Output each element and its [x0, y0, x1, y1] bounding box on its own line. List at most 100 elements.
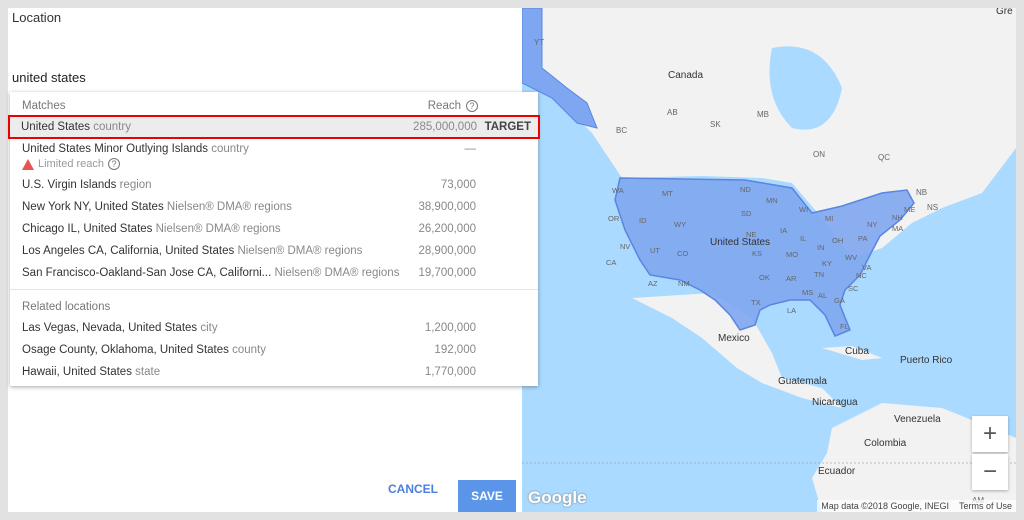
location-reach: 1,770,000	[424, 366, 476, 378]
map-label-yt: YT	[534, 38, 545, 47]
save-button[interactable]: SAVE	[458, 480, 516, 512]
location-row[interactable]: New York NY, United States Nielsen® DMA®…	[10, 196, 538, 218]
map-label-qc: QC	[878, 153, 890, 162]
state-label: MN	[766, 196, 778, 205]
terms-link[interactable]: Terms of Use	[959, 501, 1012, 511]
map-label-nicaragua: Nicaragua	[812, 397, 858, 408]
limited-reach-warning: Limited reach?	[22, 158, 121, 170]
state-label: IL	[800, 234, 807, 243]
state-label: ID	[639, 216, 647, 225]
location-name-text: U.S. Virgin Islands	[22, 179, 117, 191]
state-label: ME	[904, 205, 916, 214]
location-row[interactable]: Las Vegas, Nevada, United States city 1,2…	[10, 317, 538, 339]
zoom-in-button[interactable]: +	[972, 416, 1008, 452]
state-label: MO	[786, 250, 799, 259]
map-label-guatemala: Guatemala	[778, 376, 827, 387]
state-label: AR	[786, 274, 797, 283]
location-row[interactable]: San Francisco-Oakland-San Jose CA, Calif…	[10, 262, 538, 284]
map-canvas	[522, 8, 1016, 512]
location-row[interactable]: Osage County, Oklahoma, United States co…	[10, 339, 538, 361]
state-label: SC	[848, 284, 859, 293]
state-label: GA	[834, 296, 845, 305]
target-button[interactable]: TARGET	[485, 116, 531, 138]
state-label: WI	[799, 205, 809, 214]
location-type: country	[211, 143, 249, 155]
map-label-on: ON	[813, 150, 825, 159]
state-label: OH	[832, 236, 844, 245]
state-label: ND	[740, 185, 751, 194]
related-header: Related locations	[22, 301, 111, 313]
help-icon[interactable]: ?	[108, 158, 121, 170]
state-label: TX	[751, 298, 761, 307]
state-label: AZ	[648, 279, 658, 288]
location-name-text: United States	[21, 121, 91, 133]
state-label: CO	[677, 249, 689, 258]
location-type: city	[200, 322, 218, 334]
state-label: IN	[817, 243, 825, 252]
location-name: U.S. Virgin Islands region	[22, 174, 152, 196]
warning-text: Limited reach	[38, 158, 105, 170]
location-type: Nielsen® DMA® regions	[274, 267, 400, 279]
map-label-canada: Canada	[668, 70, 704, 81]
state-label: WV	[845, 253, 858, 262]
cancel-button[interactable]: CANCEL	[388, 482, 438, 496]
location-name-text: Chicago IL, United States	[22, 223, 153, 235]
location-name: Osage County, Oklahoma, United States co…	[22, 339, 266, 361]
location-row[interactable]: Hawaii, United States state 1,770,000	[10, 361, 538, 383]
zoom-out-button[interactable]: −	[972, 454, 1008, 490]
map-label-ecuador: Ecuador	[818, 466, 856, 477]
location-row[interactable]: U.S. Virgin Islands region 73,000	[10, 174, 538, 196]
map[interactable]: YT Canada AB BC SK MB ON QC NB NS United States Mex…	[522, 8, 1016, 512]
location-reach: 1,200,000	[424, 322, 476, 334]
warning-icon	[22, 158, 34, 170]
help-icon[interactable]: ?	[466, 100, 478, 112]
united-states-highlight	[614, 177, 915, 337]
state-label: NM	[678, 279, 690, 288]
location-name-text: Los Angeles CA, California, United State…	[22, 245, 235, 257]
google-logo: Google	[528, 488, 587, 507]
location-reach: 285,000,000	[413, 121, 477, 133]
location-reach: 28,900,000	[418, 245, 476, 257]
map-label-us: United States	[710, 237, 771, 248]
state-label: WY	[674, 220, 687, 229]
state-label: KS	[752, 249, 763, 258]
state-label: MT	[662, 189, 673, 198]
location-type: state	[135, 366, 161, 378]
location-reach: 26,200,000	[418, 223, 476, 235]
map-attribution: Map data ©2018 Google, INEGI Terms of Use	[817, 500, 1016, 512]
map-label-gre: Gre	[996, 8, 1013, 17]
location-suggestions: Matches Reach? United States country 285,…	[8, 92, 540, 386]
location-type: county	[232, 344, 266, 356]
map-label-ab: AB	[667, 108, 678, 117]
location-row[interactable]: Chicago IL, United States Nielsen® DMA® …	[10, 218, 538, 240]
selected-location-row[interactable]: United States country 285,000,000 TARGET	[8, 115, 540, 139]
location-name-text: New York NY, United States	[22, 201, 164, 213]
map-label-bc: BC	[616, 126, 628, 135]
location-row[interactable]: Los Angeles CA, California, United State…	[10, 240, 538, 262]
map-label-cuba: Cuba	[845, 346, 869, 357]
attribution-text: Map data ©2018 Google, INEGI	[821, 501, 949, 511]
map-label-venezuela: Venezuela	[894, 414, 941, 425]
divider	[10, 289, 538, 290]
location-type: Nielsen® DMA® regions	[166, 201, 292, 213]
map-label-sk: SK	[710, 120, 721, 129]
map-label-ns: NS	[927, 203, 939, 212]
location-reach: 19,700,000	[418, 267, 476, 279]
state-label: LA	[787, 306, 797, 315]
location-name: Hawaii, United States state	[22, 361, 160, 383]
state-label: KY	[822, 259, 833, 268]
location-name-text: San Francisco-Oakland-San Jose CA, Calif…	[22, 267, 272, 279]
location-name: New York NY, United States Nielsen® DMA®…	[22, 196, 292, 218]
location-row[interactable]: United States Minor Outlying Islands cou…	[10, 138, 538, 160]
state-label: UT	[650, 246, 660, 255]
location-name: Chicago IL, United States Nielsen® DMA® …	[22, 218, 281, 240]
location-name: San Francisco-Oakland-San Jose CA, Calif…	[22, 262, 399, 284]
state-label: NE	[746, 230, 757, 239]
reach-header: Reach?	[428, 100, 478, 112]
location-search-input[interactable]: united states	[12, 70, 86, 85]
location-name: Las Vegas, Nevada, United States city	[22, 317, 218, 339]
state-label: NC	[856, 271, 867, 280]
map-label-nb: NB	[916, 188, 928, 197]
location-name-text: Osage County, Oklahoma, United States	[22, 344, 229, 356]
location-label: Location	[12, 10, 62, 25]
